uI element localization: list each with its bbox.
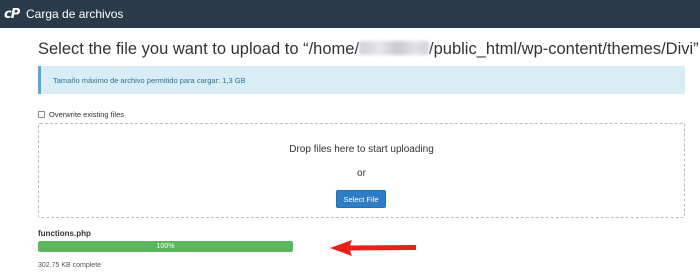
overwrite-checkbox[interactable] (38, 111, 45, 118)
cpanel-logo-icon[interactable]: cP (4, 7, 22, 22)
file-drop-zone[interactable]: Drop files here to start uploading or Se… (38, 123, 685, 218)
upload-destination-heading: Select the file you want to upload to “/… (38, 40, 700, 59)
heading-prefix: Select the file you want to upload to “/… (38, 40, 360, 58)
select-file-button[interactable]: Select File (336, 190, 386, 208)
overwrite-label: Overwrite existing files (49, 110, 125, 119)
upload-size-status: 302.75 KB complete (38, 262, 102, 269)
top-bar: cP Carga de archivos (0, 0, 700, 28)
upload-progress-label: 100% (156, 243, 175, 250)
heading-suffix: /public_html/wp-content/themes/Divi”. (429, 40, 700, 58)
max-size-info-box: Tamaño máximo de archivo permitido para … (38, 66, 685, 94)
upload-progress-fill: 100% (38, 241, 293, 252)
red-arrow-icon (330, 240, 416, 256)
max-size-text: Tamaño máximo de archivo permitido para … (53, 75, 246, 85)
or-separator: or (357, 168, 366, 179)
page-title: Carga de archivos (26, 7, 124, 21)
uploaded-filename: functions.php (38, 229, 91, 238)
redacted-username (359, 41, 430, 55)
overwrite-option[interactable]: Overwrite existing files (38, 110, 124, 119)
upload-progress-bar: 100% (38, 241, 293, 252)
drop-instructions: Drop files here to start uploading (289, 144, 434, 155)
